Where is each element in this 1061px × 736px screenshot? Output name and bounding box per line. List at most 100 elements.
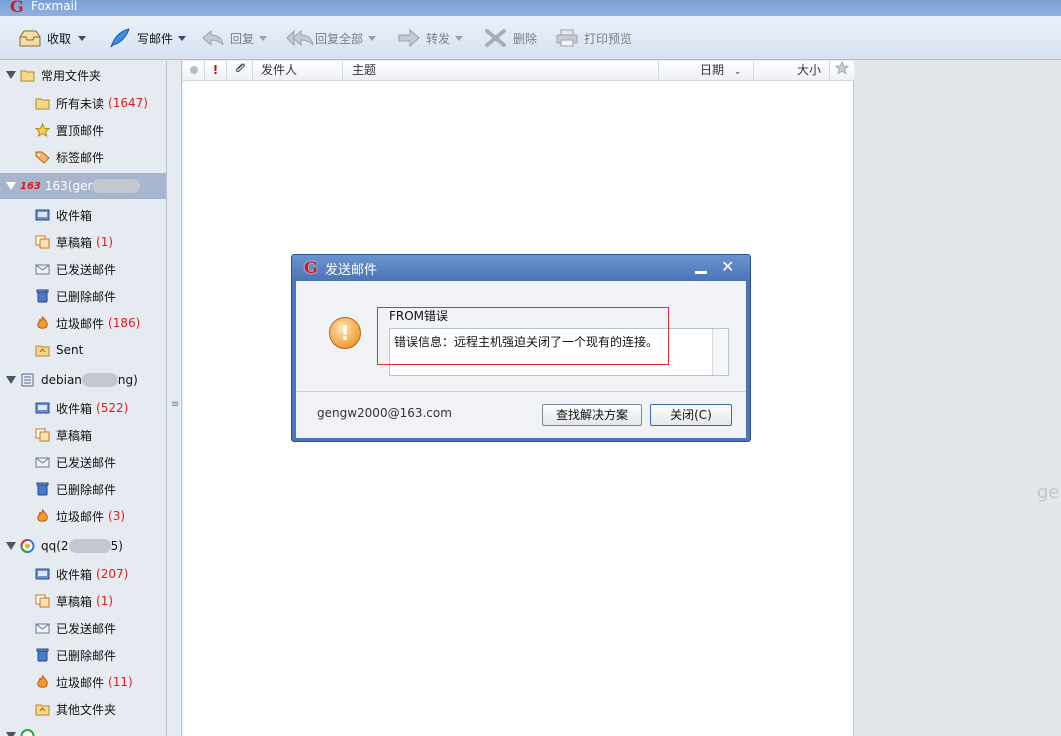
dialog-title: 发送邮件	[325, 263, 378, 278]
folder-icon	[35, 343, 50, 357]
sidebar-label: 收件箱	[56, 567, 93, 582]
col-attachment[interactable]	[227, 61, 253, 81]
sidebar-label: 已删除邮件	[56, 289, 117, 304]
flame-icon	[35, 674, 50, 689]
receive-dropdown-icon[interactable]	[78, 35, 87, 41]
sidebar-item-sent[interactable]: 已发送邮件	[0, 256, 166, 282]
sidebar-label: 标签邮件	[56, 150, 105, 165]
sidebar-item-inbox[interactable]: 收件箱 (522)	[0, 395, 166, 421]
expand-triangle-icon[interactable]	[6, 732, 16, 736]
send-mail-dialog: G 发送邮件 ✕ ! FROM错误 错误信息：远程主机强迫关闭了一个现有的连接。…	[291, 254, 751, 442]
delete-label: 删除	[513, 31, 538, 46]
sidebar-item-junk[interactable]: 垃圾邮件 (11)	[0, 669, 166, 695]
sidebar-item-drafts[interactable]: 草稿箱	[0, 422, 166, 448]
sidebar-item-deleted[interactable]: 已删除邮件	[0, 476, 166, 502]
inbox-icon	[35, 567, 50, 581]
col-date[interactable]: 日期 ⌄	[659, 61, 754, 81]
close-button[interactable]: 关闭(C)	[650, 404, 732, 426]
compose-button[interactable]: 写邮件	[108, 26, 187, 50]
sidebar-label: 置顶邮件	[56, 123, 105, 138]
sidebar-item-pinned[interactable]: 置顶邮件	[0, 117, 166, 143]
reply-all-arrow-icon	[286, 28, 314, 48]
drafts-count: (1)	[96, 235, 114, 249]
preview-ghost-text: ge	[1037, 482, 1060, 503]
paperclip-icon	[234, 63, 246, 78]
error-scrollbar[interactable]	[712, 329, 728, 375]
title-bar: G Foxmail	[0, 0, 1061, 16]
junk-count: (3)	[108, 509, 126, 523]
sidebar-item-inbox[interactable]: 收件箱 (207)	[0, 561, 166, 587]
compose-dropdown-icon[interactable]	[178, 35, 187, 41]
group-common-folders[interactable]: 常用文件夹	[0, 62, 166, 88]
receive-button[interactable]: 收取	[18, 26, 87, 50]
col-star[interactable]	[830, 60, 854, 81]
toolbar: 收取 写邮件 回复 回复全部 转发 删除 打印预览	[0, 16, 1061, 60]
pane-splitter[interactable]: ≡	[167, 61, 182, 736]
drafts-icon	[35, 428, 50, 442]
print-preview-label: 打印预览	[584, 31, 633, 46]
splitter-grip-icon[interactable]: ≡	[171, 399, 179, 410]
sidebar-label: 其他文件夹	[56, 702, 117, 717]
col-priority[interactable]: !	[205, 61, 227, 81]
sidebar-item-other-folders[interactable]: 其他文件夹	[0, 696, 166, 722]
feather-pen-icon	[108, 28, 132, 48]
drafts-icon	[35, 594, 50, 608]
delete-x-icon	[484, 28, 508, 48]
sidebar-item-junk[interactable]: 垃圾邮件 (186)	[0, 310, 166, 336]
expand-triangle-icon[interactable]	[6, 542, 16, 550]
delete-button[interactable]: 删除	[484, 26, 537, 50]
sidebar-item-deleted[interactable]: 已删除邮件	[0, 283, 166, 309]
dialog-divider	[296, 391, 746, 392]
server-icon	[20, 373, 35, 387]
sidebar-label: 所有未读	[56, 96, 105, 111]
dialog-body: ! FROM错误 错误信息：远程主机强迫关闭了一个现有的连接。 gengw200…	[296, 281, 746, 438]
close-icon[interactable]: ✕	[721, 258, 734, 276]
sidebar-item-inbox[interactable]: 收件箱	[0, 202, 166, 228]
compose-label: 写邮件	[137, 31, 174, 46]
expand-triangle-icon[interactable]	[6, 71, 16, 79]
sidebar-item-tagged[interactable]: 标签邮件	[0, 144, 166, 170]
junk-count: (11)	[108, 675, 133, 689]
reply-dropdown-icon[interactable]	[259, 35, 268, 41]
account-163[interactable]: 163 163(ger	[0, 173, 166, 199]
dialog-title-bar[interactable]: G 发送邮件 ✕	[292, 255, 750, 281]
account-partial[interactable]	[0, 723, 166, 736]
sidebar-item-sent-en[interactable]: Sent	[0, 337, 166, 363]
reply-all-dropdown-icon[interactable]	[368, 35, 377, 41]
account-debian[interactable]: debian ng)	[0, 367, 166, 393]
forward-arrow-icon	[397, 28, 421, 48]
col-read-status[interactable]	[183, 61, 205, 81]
163-badge-icon: 163	[20, 180, 41, 192]
account-label-suffix: ng)	[117, 373, 138, 387]
sidebar-item-all-unread[interactable]: 所有未读 (1647)	[0, 90, 166, 116]
sidebar-item-drafts[interactable]: 草稿箱 (1)	[0, 229, 166, 255]
reply-button[interactable]: 回复	[201, 26, 268, 50]
inbox-count: (522)	[96, 401, 129, 415]
reply-all-button[interactable]: 回复全部	[286, 26, 377, 50]
sidebar-item-sent[interactable]: 已发送邮件	[0, 449, 166, 475]
sidebar-item-deleted[interactable]: 已删除邮件	[0, 642, 166, 668]
expand-triangle-icon[interactable]	[6, 376, 16, 384]
redacted-text	[81, 373, 118, 387]
forward-dropdown-icon[interactable]	[455, 35, 464, 41]
sidebar-item-junk[interactable]: 垃圾邮件 (3)	[0, 503, 166, 529]
sidebar-item-drafts[interactable]: 草稿箱 (1)	[0, 588, 166, 614]
col-size[interactable]: 大小	[754, 61, 830, 81]
sidebar-item-sent[interactable]: 已发送邮件	[0, 615, 166, 641]
account-qq[interactable]: qq(2 5)	[0, 533, 166, 559]
forward-button[interactable]: 转发	[397, 26, 464, 50]
find-solution-button[interactable]: 查找解决方案	[542, 404, 642, 426]
minimize-icon[interactable]	[695, 271, 707, 274]
account-label: 163(ger	[44, 179, 93, 193]
trash-icon	[35, 482, 50, 496]
sidebar-label: 收件箱	[56, 401, 93, 416]
foxmail-logo-icon: G	[304, 258, 318, 277]
col-sender[interactable]: 发件人	[253, 61, 343, 81]
print-preview-button[interactable]: 打印预览	[555, 26, 632, 50]
expand-triangle-icon[interactable]	[6, 182, 16, 190]
col-subject[interactable]: 主题	[343, 61, 659, 81]
trash-icon	[35, 648, 50, 662]
sidebar-label: 垃圾邮件	[56, 316, 105, 331]
mail-list-header: ! 发件人 主题 日期 ⌄ 大小	[183, 60, 854, 81]
unread-count: (1647)	[108, 96, 148, 110]
